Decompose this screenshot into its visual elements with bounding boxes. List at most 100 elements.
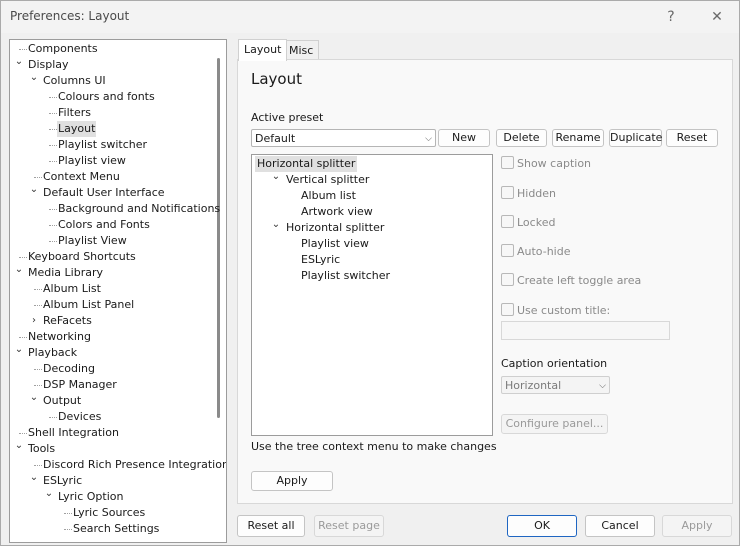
tree-item[interactable]: Networking [27, 329, 92, 345]
tree-item[interactable]: Playlist view [57, 153, 127, 169]
delete-preset-button[interactable]: Delete [496, 129, 547, 147]
tree-item[interactable]: Playback [27, 345, 78, 361]
checkbox-box [501, 244, 514, 257]
tree-item[interactable]: Output [42, 393, 82, 409]
tree-connector [64, 529, 72, 530]
auto-hide-label: Auto-hide [517, 245, 571, 258]
help-icon[interactable]: ? [651, 1, 691, 33]
apply-button[interactable]: Apply [662, 515, 732, 537]
tree-connector [49, 417, 57, 418]
tree-hint-text: Use the tree context menu to make change… [251, 440, 497, 453]
chevron-down-icon[interactable]: ⌄ [271, 217, 281, 233]
tree-connector [19, 337, 27, 338]
cancel-button[interactable]: Cancel [585, 515, 655, 537]
tree-item[interactable]: Album List Panel [42, 297, 135, 313]
layout-tree[interactable]: Horizontal splitter ⌄ Vertical splitter Alb… [251, 154, 493, 436]
chevron-down-icon[interactable]: ⌄ [29, 70, 39, 86]
chevron-down-icon[interactable]: ⌄ [14, 438, 24, 454]
chevron-down-icon[interactable]: ⌄ [14, 54, 24, 70]
tree-item[interactable]: Tools [27, 441, 56, 457]
chevron-down-icon[interactable]: ⌄ [29, 182, 39, 198]
new-preset-button[interactable]: New [438, 129, 490, 147]
use-custom-title-label: Use custom title: [517, 304, 611, 317]
reset-page-button[interactable]: Reset page [314, 515, 384, 537]
tree-item[interactable]: Keyboard Shortcuts [27, 249, 137, 265]
chevron-right-icon[interactable]: › [29, 313, 39, 329]
window-title: Preferences: Layout [10, 9, 130, 23]
tree-connector [19, 49, 27, 50]
tree-item[interactable]: Discord Rich Presence Integration [42, 457, 226, 473]
tree-item[interactable]: DSP Manager [42, 377, 118, 393]
tree-item[interactable]: Colors and Fonts [57, 217, 151, 233]
chevron-down-icon[interactable]: ⌄ [14, 262, 24, 278]
chevron-down-icon[interactable]: ⌄ [29, 390, 39, 406]
tree-item[interactable]: Playlist View [57, 233, 128, 249]
tree-connector [64, 513, 72, 514]
chevron-down-icon[interactable]: ⌄ [44, 486, 54, 502]
configure-panel-button[interactable]: Configure panel... [501, 414, 608, 434]
close-icon[interactable]: ✕ [697, 1, 737, 33]
auto-hide-checkbox[interactable]: Auto-hide [501, 244, 571, 258]
reset-all-button[interactable]: Reset all [237, 515, 305, 537]
active-preset-label: Active preset [251, 111, 324, 124]
layout-tree-item[interactable]: Playlist switcher [299, 268, 392, 284]
tree-item[interactable]: Context Menu [42, 169, 121, 185]
tree-item[interactable]: Lyric Option [57, 489, 124, 505]
chevron-down-icon[interactable]: ⌄ [271, 169, 281, 185]
tree-connector [34, 177, 42, 178]
layout-tree-item[interactable]: Album list [299, 188, 358, 204]
tab-layout[interactable]: Layout [238, 39, 288, 61]
chevron-down-icon[interactable]: ⌄ [29, 470, 39, 486]
tree-item[interactable]: Album List [42, 281, 102, 297]
rename-preset-button[interactable]: Rename [552, 129, 604, 147]
tree-item[interactable]: Filters [57, 105, 92, 121]
layout-tree-item[interactable]: Vertical splitter [284, 172, 371, 188]
tree-item[interactable]: Search Settings [72, 521, 160, 537]
tree-scrollbar-thumb[interactable] [217, 58, 220, 418]
tree-item[interactable]: Playlist switcher [57, 137, 148, 153]
tab-misc[interactable]: Misc [283, 40, 320, 61]
caption-orientation-label: Caption orientation [501, 357, 608, 370]
layout-tree-item[interactable]: ESLyric [299, 252, 342, 268]
tree-connector [19, 257, 27, 258]
show-caption-checkbox[interactable]: Show caption [501, 156, 591, 170]
tree-item[interactable]: Decoding [42, 361, 96, 377]
preset-dropdown[interactable]: Default ⌵ [251, 129, 436, 147]
tree-item[interactable]: Default User Interface [42, 185, 166, 201]
tree-connector [34, 289, 42, 290]
layout-tree-item[interactable]: Artwork view [299, 204, 375, 220]
chevron-down-icon[interactable]: ⌄ [14, 342, 24, 358]
create-left-toggle-checkbox[interactable]: Create left toggle area [501, 273, 641, 287]
title-bar: Preferences: Layout ? ✕ [1, 1, 739, 33]
ok-button[interactable]: OK [507, 515, 577, 537]
layout-apply-button[interactable]: Apply [251, 471, 333, 491]
preset-dropdown-value: Default [255, 132, 296, 145]
use-custom-title-checkbox[interactable]: Use custom title: [501, 303, 610, 317]
tree-item[interactable]: Columns UI [42, 73, 107, 89]
tree-item[interactable]: Background and Notifications [57, 201, 221, 217]
caption-orientation-dropdown[interactable]: Horizontal ⌵ [501, 376, 610, 394]
custom-title-input[interactable] [501, 321, 670, 340]
tree-item[interactable]: Components [27, 41, 99, 57]
tree-connector [49, 145, 57, 146]
locked-checkbox[interactable]: Locked [501, 215, 555, 229]
tree-connector [49, 97, 57, 98]
layout-tree-item[interactable]: Horizontal splitter [284, 220, 386, 236]
tree-item[interactable]: Media Library [27, 265, 104, 281]
layout-tree-item[interactable]: Playlist view [299, 236, 371, 252]
hidden-checkbox[interactable]: Hidden [501, 186, 556, 200]
tree-item[interactable]: Layout [57, 121, 97, 137]
tree-item[interactable]: ReFacets [42, 313, 93, 329]
checkbox-box [501, 156, 514, 169]
tree-connector [49, 129, 57, 130]
tree-connector [34, 305, 42, 306]
duplicate-preset-button[interactable]: Duplicate [609, 129, 662, 147]
reset-preset-button[interactable]: Reset [666, 129, 718, 147]
tree-item[interactable]: Shell Integration [27, 425, 120, 441]
tree-connector [49, 241, 57, 242]
tree-item[interactable]: Lyric Sources [72, 505, 146, 521]
preferences-window: Preferences: Layout ? ✕ Components ⌄ Displ… [0, 0, 740, 546]
tree-item[interactable]: Devices [57, 409, 102, 425]
tree-item[interactable]: Colours and fonts [57, 89, 156, 105]
preferences-tree[interactable]: Components ⌄ Display ⌄ Columns UI Colours and… [9, 39, 227, 543]
